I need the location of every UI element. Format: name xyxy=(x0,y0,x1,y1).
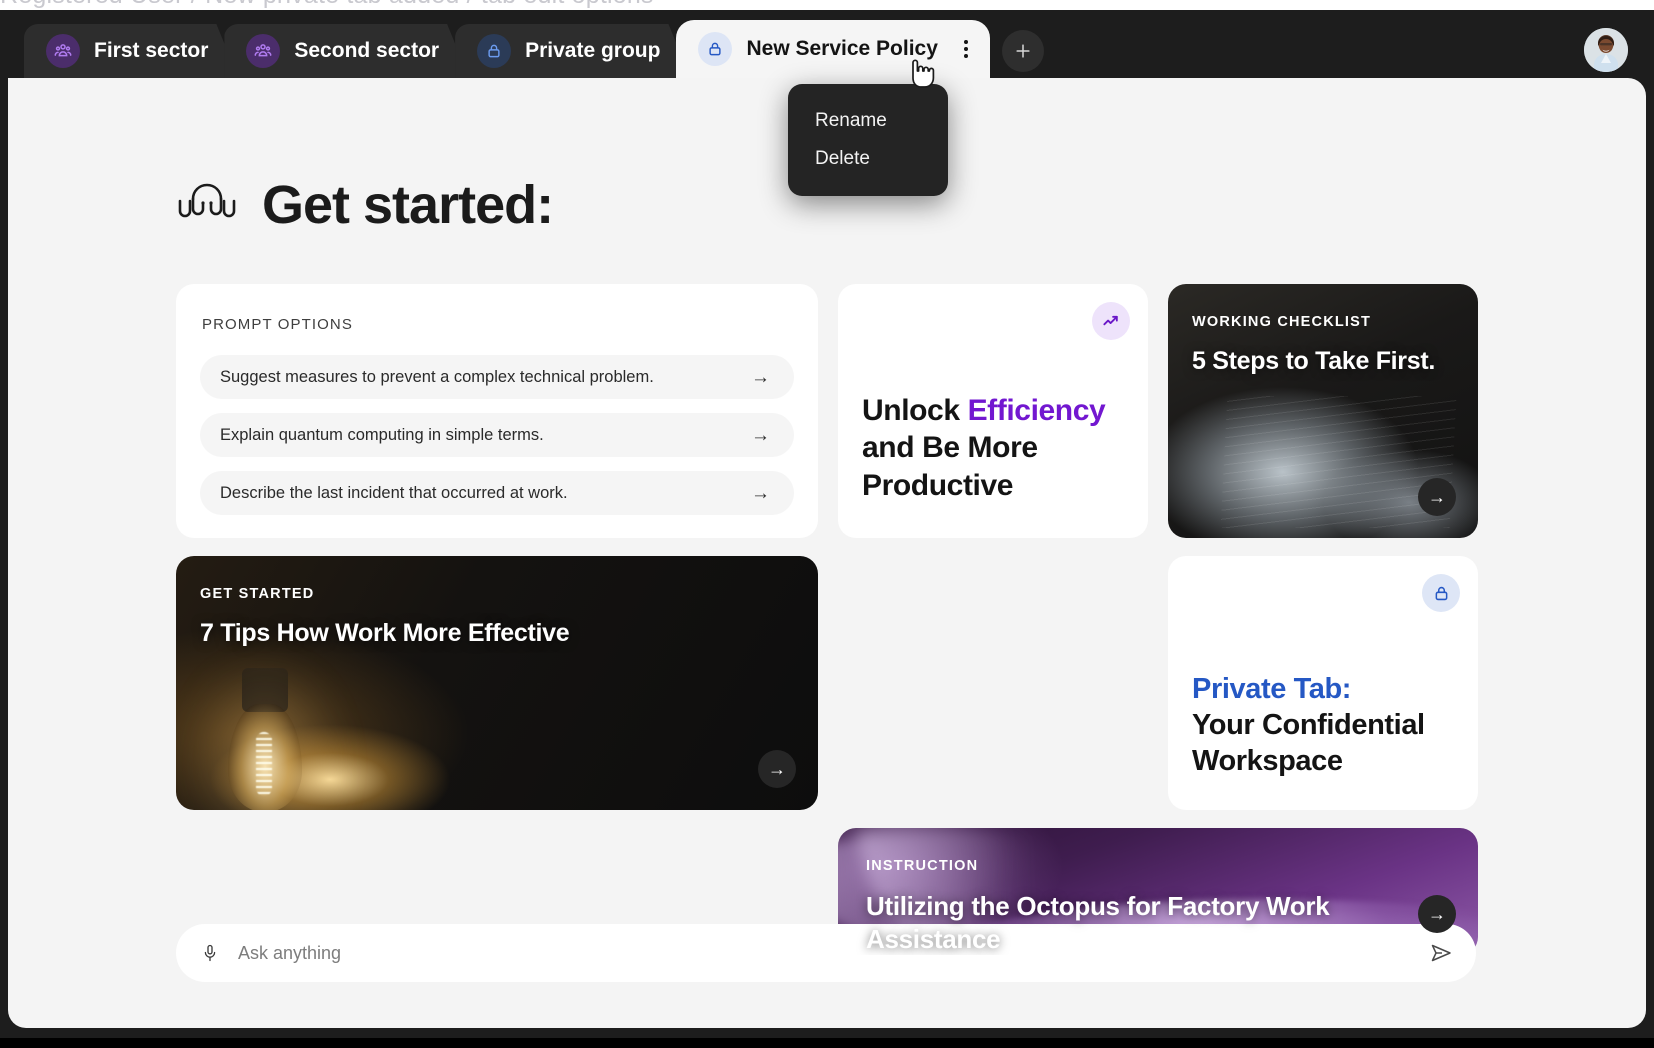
prompt-options-card: PROMPT OPTIONS Suggest measures to preve… xyxy=(176,284,818,538)
bulb-filament-decoration xyxy=(256,732,272,796)
annotation-caption-strip: Registered User / New private tab added … xyxy=(0,0,1654,10)
prompt-option-label: Describe the last incident that occurred… xyxy=(220,484,568,503)
arrow-right-icon: → xyxy=(751,484,770,503)
tab-label: New Service Policy xyxy=(746,37,937,61)
working-checklist-card[interactable]: WORKING CHECKLIST 5 Steps to Take First.… xyxy=(1168,284,1478,538)
avatar[interactable] xyxy=(1584,28,1628,72)
private-tab-card[interactable]: Private Tab:Your Confidential Workspace xyxy=(1168,556,1478,810)
annotation-caption: Registered User / New private tab added … xyxy=(0,0,654,10)
unlock-title-part1: Unlock xyxy=(862,394,968,427)
app-window: First sector Second sector Private group xyxy=(0,10,1654,1038)
kebab-dot xyxy=(964,40,968,44)
seven-tips-fab[interactable]: → xyxy=(758,750,796,788)
unlock-efficiency-title: Unlock Efficiency and Be More Productive xyxy=(862,392,1124,505)
prompt-option-row[interactable]: Describe the last incident that occurred… xyxy=(200,471,794,515)
private-tab-title-accent: Private Tab: xyxy=(1192,672,1454,708)
unlock-efficiency-card[interactable]: Unlock Efficiency and Be More Productive xyxy=(838,284,1148,538)
tab-second-sector[interactable]: Second sector xyxy=(224,24,469,78)
context-menu-item-rename[interactable]: Rename xyxy=(788,102,948,140)
plus-icon xyxy=(1013,41,1033,61)
octopus-logo-icon xyxy=(176,179,238,232)
arrow-right-icon: → xyxy=(751,426,770,445)
main-page: Get started: PROMPT OPTIONS Suggest meas… xyxy=(8,78,1646,1028)
prompt-option-label: Explain quantum computing in simple term… xyxy=(220,426,544,445)
seven-tips-card[interactable]: GET STARTED 7 Tips How Work More Effecti… xyxy=(176,556,818,810)
group-icon xyxy=(46,34,80,68)
tab-label: Private group xyxy=(525,39,660,63)
seven-tips-title: 7 Tips How Work More Effective xyxy=(200,618,794,649)
unlock-title-part2: and Be More Productive xyxy=(862,431,1038,502)
more-vertical-icon[interactable] xyxy=(956,34,976,64)
seven-tips-kicker: GET STARTED xyxy=(200,586,794,602)
tab-private-group[interactable]: Private group xyxy=(455,24,690,78)
working-checklist-kicker: WORKING CHECKLIST xyxy=(1192,314,1454,330)
lock-icon xyxy=(698,32,732,66)
private-tab-title-rest: Your Confidential Workspace xyxy=(1192,709,1425,777)
trending-up-icon xyxy=(1092,302,1130,340)
prompt-option-label: Suggest measures to prevent a complex te… xyxy=(220,368,654,387)
instruction-fab[interactable]: → xyxy=(1418,895,1456,933)
arrow-right-icon: → xyxy=(751,368,770,387)
tab-bar: First sector Second sector Private group xyxy=(8,16,1646,78)
tab-context-menu: Rename Delete xyxy=(788,84,948,196)
working-checklist-title: 5 Steps to Take First. xyxy=(1192,346,1454,377)
kebab-dot xyxy=(964,47,968,51)
tab-label: Second sector xyxy=(294,39,439,63)
page-title: Get started: xyxy=(262,174,553,236)
unlock-title-accent: Efficiency xyxy=(968,394,1106,427)
lock-icon xyxy=(477,34,511,68)
card-grid: PROMPT OPTIONS Suggest measures to preve… xyxy=(176,284,1476,955)
lock-icon xyxy=(1422,574,1460,612)
tab-new-service-policy[interactable]: New Service Policy xyxy=(676,20,989,78)
microphone-icon[interactable] xyxy=(200,942,220,964)
instruction-kicker: INSTRUCTION xyxy=(866,858,1450,874)
tab-first-sector[interactable]: First sector xyxy=(24,24,238,78)
add-tab-button[interactable] xyxy=(1002,30,1044,72)
prompt-option-row[interactable]: Suggest measures to prevent a complex te… xyxy=(200,355,794,399)
instruction-card[interactable]: INSTRUCTION Utilizing the Octopus for Fa… xyxy=(838,828,1478,955)
working-checklist-fab[interactable]: → xyxy=(1418,478,1456,516)
instruction-title: Utilizing the Octopus for Factory Work A… xyxy=(866,890,1450,955)
kebab-dot xyxy=(964,54,968,58)
prompt-options-kicker: PROMPT OPTIONS xyxy=(200,316,794,333)
prompt-option-row[interactable]: Explain quantum computing in simple term… xyxy=(200,413,794,457)
tab-label: First sector xyxy=(94,39,208,63)
context-menu-item-delete[interactable]: Delete xyxy=(788,140,948,178)
private-tab-title: Private Tab:Your Confidential Workspace xyxy=(1192,672,1454,780)
group-icon xyxy=(246,34,280,68)
